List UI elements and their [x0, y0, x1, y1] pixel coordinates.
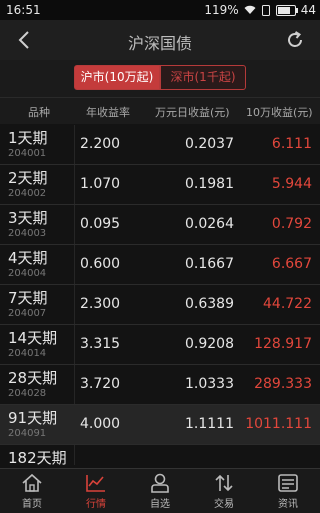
daily-yield-per-10k: 1.0333: [185, 376, 234, 392]
col-header-rate[interactable]: 年收益率: [86, 104, 130, 120]
annual-rate: 1.070: [80, 176, 121, 192]
table-header: 品种 年收益率 万元日收益(元) 10万收益(元): [0, 98, 320, 124]
annual-rate: 2.200: [80, 136, 121, 152]
bond-code: 204001: [8, 148, 47, 159]
nav-market[interactable]: 行情: [64, 469, 128, 513]
battery-percent: 119%: [204, 3, 239, 17]
table-row[interactable]: 3天期 204003 0.095 0.0264 0.792: [0, 205, 320, 245]
tab-shanghai[interactable]: 沪市(10万起): [74, 65, 160, 90]
page-title: 沪深国债: [127, 34, 192, 53]
table-row[interactable]: 7天期 204007 2.300 0.6389 44.722: [0, 285, 320, 325]
home-icon: [22, 473, 42, 492]
bond-term: 28天期: [8, 369, 58, 387]
col-header-daily[interactable]: 万元日收益(元): [155, 104, 230, 120]
bond-term: 7天期: [8, 289, 48, 307]
status-time: 16:51: [6, 3, 41, 17]
bond-code: 204014: [8, 348, 47, 359]
bond-code: 204003: [8, 228, 47, 239]
yield-per-100k: 6.111: [271, 136, 312, 152]
bond-code: 204004: [8, 268, 47, 279]
tab-shenzhen[interactable]: 深市(1千起): [160, 65, 246, 90]
daily-yield-per-10k: 0.1981: [185, 176, 234, 192]
phone-icon: [261, 4, 270, 16]
bond-term: 1天期: [8, 129, 48, 147]
col-header-yield[interactable]: 10万收益(元): [246, 104, 313, 120]
table-row[interactable]: 4天期 204004 0.600 0.1667 6.667: [0, 245, 320, 285]
annual-rate: 0.095: [80, 216, 121, 232]
nav-trade-label: 交易: [214, 499, 234, 510]
nav-watchlist-label: 自选: [150, 499, 170, 510]
market-segment-bar: 沪市(10万起) 深市(1千起): [0, 60, 320, 98]
status-bar: 16:51 119% 44: [0, 0, 320, 20]
bond-term: 91天期: [8, 409, 58, 427]
refresh-icon[interactable]: [284, 29, 306, 51]
annual-rate: 3.720: [80, 376, 121, 392]
nav-watchlist[interactable]: 自选: [128, 469, 192, 513]
table-row[interactable]: 14天期 204014 3.315 0.9208 128.917: [0, 325, 320, 365]
yield-per-100k: 289.333: [254, 376, 312, 392]
annual-rate: 3.315: [80, 336, 121, 352]
wifi-icon: [244, 5, 256, 14]
annual-rate: 0.600: [80, 256, 121, 272]
table-row[interactable]: 91天期 204091 4.000 1.1111 1011.111: [0, 405, 320, 445]
nav-market-label: 行情: [86, 499, 106, 510]
trade-arrows-icon: [215, 474, 233, 492]
annual-rate: 2.300: [80, 296, 121, 312]
bond-term: 4天期: [8, 249, 48, 267]
table-row[interactable]: 28天期 204028 3.720 1.0333 289.333: [0, 365, 320, 405]
yield-per-100k: 0.792: [271, 216, 312, 232]
yield-per-100k: 44.722: [263, 296, 312, 312]
yield-per-100k: 128.917: [254, 336, 312, 352]
bottom-nav: 首页 行情 自选 交易 资讯: [0, 468, 320, 513]
bond-term: 182天期: [8, 449, 67, 467]
daily-yield-per-10k: 0.0264: [185, 216, 234, 232]
bond-code: 204002: [8, 188, 47, 199]
daily-yield-per-10k: 0.1667: [185, 256, 234, 272]
nav-trade[interactable]: 交易: [192, 469, 256, 513]
title-bar: 沪深国债: [0, 20, 320, 60]
news-icon: [278, 474, 298, 492]
table-row[interactable]: 2天期 204002 1.070 0.1981 5.944: [0, 165, 320, 205]
col-header-name[interactable]: 品种: [28, 104, 50, 120]
user-icon: [151, 473, 169, 493]
bond-term: 14天期: [8, 329, 58, 347]
nav-news[interactable]: 资讯: [256, 469, 320, 513]
annual-rate: 4.000: [80, 416, 121, 432]
yield-per-100k: 1011.111: [245, 416, 312, 432]
nav-home[interactable]: 首页: [0, 469, 64, 513]
table-row[interactable]: 1天期 204001 2.200 0.2037 6.111: [0, 125, 320, 165]
yield-per-100k: 5.944: [271, 176, 312, 192]
battery-icon: [275, 4, 298, 16]
nav-news-label: 资讯: [278, 499, 298, 510]
yield-per-100k: 6.667: [271, 256, 312, 272]
daily-yield-per-10k: 0.6389: [185, 296, 234, 312]
bond-code: 204091: [8, 428, 47, 439]
bond-term: 3天期: [8, 209, 48, 227]
bond-code: 204007: [8, 308, 47, 319]
bond-term: 2天期: [8, 169, 48, 187]
bond-list: 1天期 204001 2.200 0.2037 6.111 2天期 204002 1.070 0…: [0, 125, 320, 485]
nav-home-label: 首页: [22, 499, 42, 510]
daily-yield-per-10k: 1.1111: [185, 416, 234, 432]
signal-number: 44: [300, 3, 316, 17]
daily-yield-per-10k: 0.2037: [185, 136, 234, 152]
bond-code: 204028: [8, 388, 47, 399]
daily-yield-per-10k: 0.9208: [185, 336, 234, 352]
chart-icon: [86, 475, 105, 492]
